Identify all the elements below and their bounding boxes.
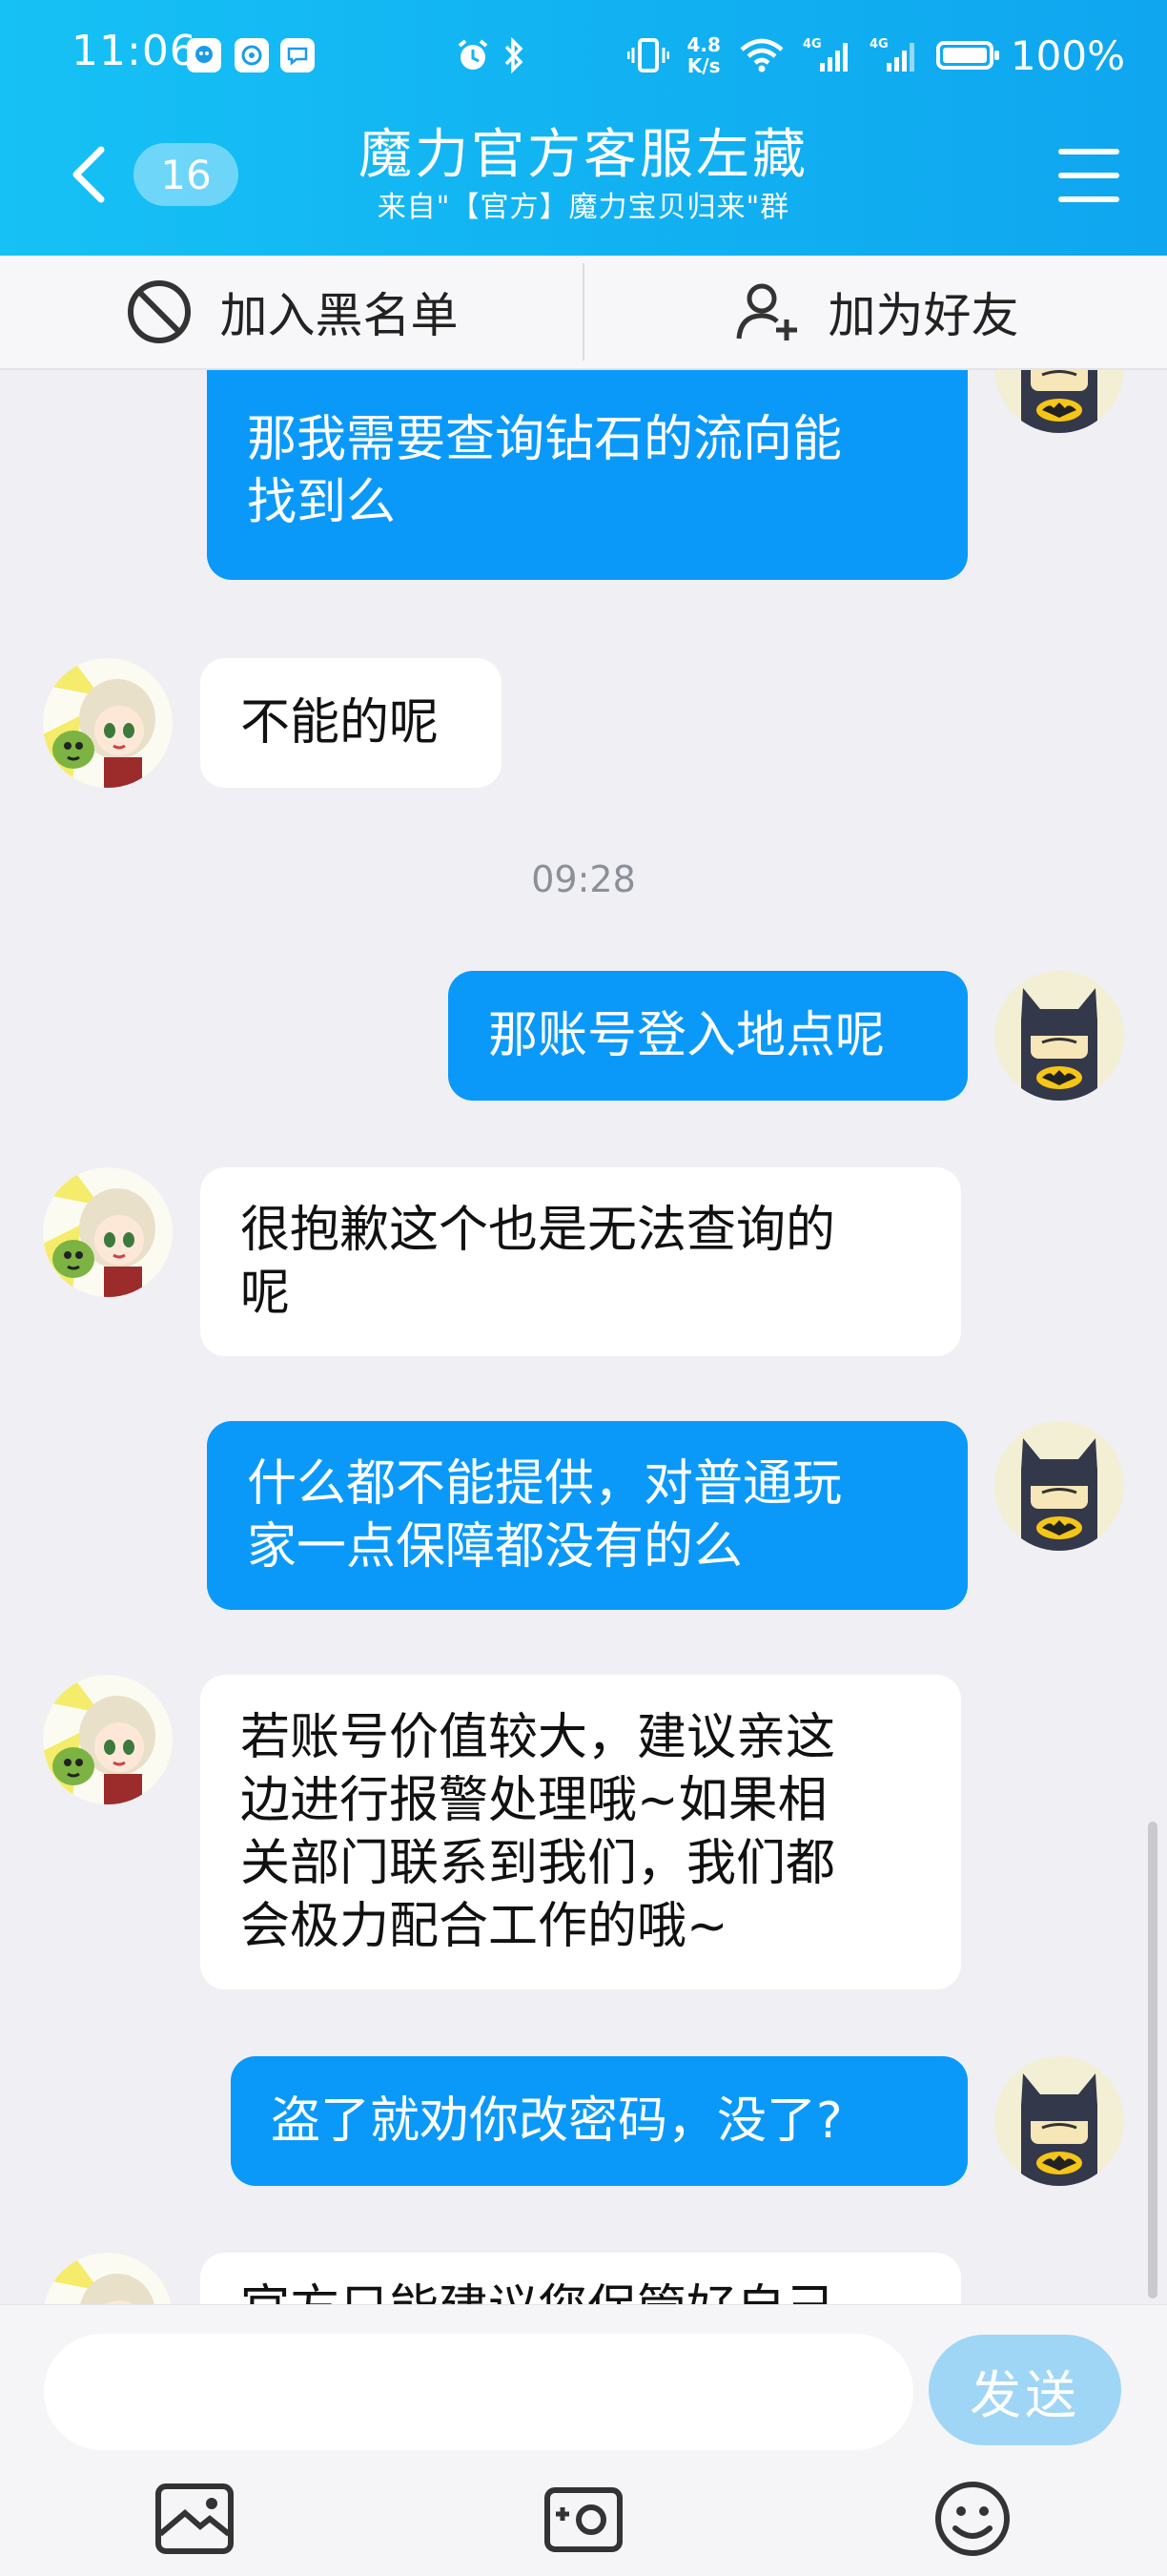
back-button[interactable]	[67, 141, 114, 208]
action-bar: 加入黑名单 加为好友	[0, 256, 1167, 370]
bluetooth-icon	[504, 36, 523, 74]
add-friend-icon	[736, 283, 797, 340]
alarm-icon	[458, 39, 488, 70]
add-to-blacklist-button[interactable]: 加入黑名单	[0, 256, 583, 368]
my-avatar[interactable]	[994, 1421, 1124, 1551]
block-icon	[127, 280, 191, 343]
network-speed: 4.8 K/s	[686, 33, 721, 77]
svg-text:4G: 4G	[803, 37, 822, 52]
signal-icon-1: 4G	[803, 37, 848, 72]
input-area: 发送	[0, 2304, 1167, 2576]
message-timestamp: 09:28	[531, 858, 636, 900]
app-notification-icon	[187, 38, 221, 72]
add-friend-label: 加为好友	[828, 288, 1019, 343]
send-button[interactable]: 发送	[929, 2335, 1121, 2445]
message-notification-icon	[280, 38, 315, 72]
add-friend-button[interactable]: 加为好友	[584, 256, 1167, 368]
incoming-message[interactable]: 很抱歉这个也是无法查询的 呢	[200, 1167, 961, 1356]
chat-title: 魔力官方客服左藏	[358, 124, 809, 186]
outgoing-message[interactable]: 盗了就劝你改密码，没了?	[231, 2056, 968, 2186]
agent-avatar[interactable]	[43, 1167, 173, 1297]
message-input[interactable]	[44, 2334, 913, 2450]
status-bar: 11:06 4.8 K/s 4G 4G 100%	[0, 0, 1167, 105]
my-avatar[interactable]	[994, 2056, 1124, 2186]
unread-count-badge[interactable]: 16	[133, 143, 238, 206]
chat-subtitle: 来自"【官方】魔力宝贝归来"群	[377, 191, 790, 224]
agent-avatar[interactable]	[43, 2253, 173, 2304]
chat-header: 11:06 4.8 K/s 4G 4G 100% 16 魔力官方客服左藏 来自"…	[0, 0, 1167, 256]
menu-button[interactable]	[1058, 149, 1119, 202]
incoming-message[interactable]: 若账号价值较大，建议亲这 边进行报警处理哦~如果相 关部门联系到我们，我们都 会…	[200, 1675, 961, 1989]
agent-avatar[interactable]	[43, 658, 173, 788]
emoji-icon[interactable]	[931, 2479, 1014, 2559]
outgoing-message[interactable]: 那账号登入地点呢	[448, 971, 968, 1101]
vibrate-icon	[627, 38, 670, 72]
signal-icon-2: 4G	[870, 37, 914, 72]
chat-message-list[interactable]: 那我需要查询钻石的流向能 找到么 不能的呢 09:28 那账号登入地点呢 很抱歉…	[0, 370, 1167, 2304]
agent-avatar[interactable]	[43, 1675, 173, 1804]
status-indicators: 4.8 K/s 4G 4G 100%	[627, 29, 1125, 82]
menu-icon	[1058, 149, 1119, 155]
camera-icon[interactable]	[542, 2479, 625, 2559]
outgoing-message[interactable]: 什么都不能提供，对普通玩 家一点保障都没有的么	[207, 1421, 968, 1610]
outgoing-message[interactable]: 那我需要查询钻石的流向能 找到么	[207, 370, 968, 580]
wifi-icon	[740, 38, 784, 72]
battery-icon	[935, 41, 999, 70]
incoming-message[interactable]: 不能的呢	[200, 658, 502, 788]
chat-scrollbar[interactable]	[1148, 1822, 1157, 2298]
browser-notification-icon	[235, 38, 269, 72]
battery-percent: 100%	[1010, 31, 1125, 79]
svg-text:4G: 4G	[870, 37, 889, 52]
image-icon[interactable]	[153, 2479, 236, 2559]
blacklist-label: 加入黑名单	[219, 288, 459, 343]
chat-title-block[interactable]: 魔力官方客服左藏 来自"【官方】魔力宝贝归来"群	[286, 122, 881, 227]
my-avatar[interactable]	[994, 971, 1124, 1101]
back-arrow-icon	[72, 146, 105, 203]
status-time: 11:06	[72, 27, 197, 75]
my-avatar[interactable]	[994, 370, 1124, 433]
incoming-message[interactable]: 官方只能建议您保管好自己	[200, 2253, 961, 2304]
